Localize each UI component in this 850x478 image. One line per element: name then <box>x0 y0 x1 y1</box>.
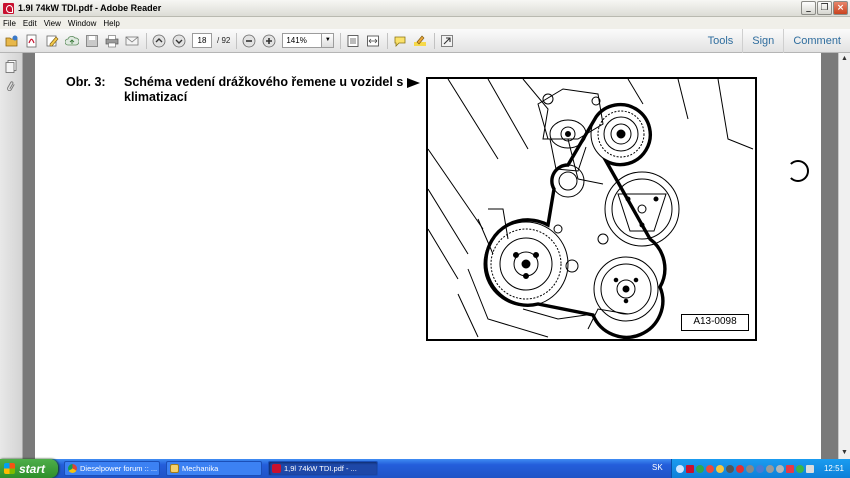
belt-diagram-drawing <box>428 79 754 339</box>
menu-help[interactable]: Help <box>103 19 119 28</box>
title-bar: 1.9l 74kW TDI.pdf - Adobe Reader _ ❐ × <box>0 0 850 17</box>
toolbar-separator <box>236 32 238 49</box>
language-indicator[interactable]: SK <box>652 463 663 472</box>
task-folder[interactable]: Mechanika <box>166 461 262 476</box>
toolbar-separator <box>387 32 389 49</box>
save-icon[interactable] <box>84 33 100 49</box>
attachments-icon[interactable] <box>4 79 18 93</box>
tray-app-icon[interactable] <box>766 464 774 473</box>
task-label: 1,9l 74kW TDI.pdf - ... <box>284 464 357 473</box>
create-pdf-icon[interactable] <box>24 33 40 49</box>
toolbar-separator <box>434 32 436 49</box>
loading-spinner-icon <box>787 160 809 182</box>
system-tray: 12:51 <box>671 459 850 478</box>
cloud-icon[interactable] <box>64 33 80 49</box>
scroll-up-icon[interactable]: ▲ <box>839 53 850 65</box>
belt-diagram: A13-0098 <box>426 77 757 341</box>
previous-page-icon[interactable] <box>151 33 167 49</box>
sign-button[interactable]: Sign <box>742 29 783 53</box>
page-total: / 92 <box>217 36 231 45</box>
tray-app-icon[interactable] <box>786 464 794 473</box>
zoom-input[interactable]: 141% <box>282 33 323 48</box>
menu-file[interactable]: File <box>3 19 16 28</box>
menu-bar: File Edit View Window Help <box>0 17 850 29</box>
figure-caption: Schéma vedení drážkového řemene u vozide… <box>124 75 404 104</box>
zoom-in-icon[interactable] <box>261 33 277 49</box>
task-label: Dieselpower forum :: ... <box>80 464 158 473</box>
restore-button[interactable]: ❐ <box>817 1 832 15</box>
tray-volume-icon[interactable] <box>726 464 734 473</box>
menu-window[interactable]: Window <box>68 19 96 28</box>
tray-app-icon[interactable] <box>806 464 814 473</box>
print-icon[interactable] <box>104 33 120 49</box>
task-label: Mechanika <box>182 464 219 473</box>
tray-update-icon[interactable] <box>716 464 724 473</box>
menu-view[interactable]: View <box>44 19 61 28</box>
arrow-icon <box>407 78 420 88</box>
fit-width-icon[interactable] <box>365 33 381 49</box>
pages-icon[interactable] <box>4 59 18 73</box>
navigation-pane <box>0 53 23 459</box>
minimize-button[interactable]: _ <box>801 1 816 15</box>
toolbar-right-panel: Tools Sign Comment <box>699 29 850 53</box>
tray-app-icon[interactable] <box>756 464 764 473</box>
document-area[interactable]: Obr. 3: Schéma vedení drážkového řemene … <box>23 53 838 459</box>
tray-pdf-icon[interactable] <box>686 464 694 473</box>
zoom-dropdown-icon[interactable]: ▼ <box>322 33 335 48</box>
tray-shield-icon[interactable] <box>696 464 704 473</box>
drive-belt <box>484 102 667 339</box>
tray-app-icon[interactable] <box>796 464 804 473</box>
window-title: 1.9l 74kW TDI.pdf - Adobe Reader <box>18 3 162 13</box>
comment-icon[interactable] <box>392 33 408 49</box>
toolbar-separator <box>340 32 342 49</box>
clock[interactable]: 12:51 <box>824 464 844 473</box>
task-pdf[interactable]: 1,9l 74kW TDI.pdf - ... <box>268 461 378 476</box>
comment-button[interactable]: Comment <box>783 29 850 53</box>
figure-label: Obr. 3: <box>66 75 106 89</box>
edit-icon[interactable] <box>44 33 60 49</box>
window-controls: _ ❐ × <box>801 1 848 15</box>
toolbar-separator <box>146 32 147 49</box>
email-icon[interactable] <box>124 33 140 49</box>
menu-edit[interactable]: Edit <box>23 19 37 28</box>
page-number-input[interactable]: 18 <box>192 33 212 48</box>
start-button[interactable]: start <box>0 459 58 478</box>
folder-icon <box>170 464 179 473</box>
highlight-icon[interactable] <box>412 33 428 49</box>
figure-code: A13-0098 <box>681 314 749 331</box>
tray-app-icon[interactable] <box>736 464 744 473</box>
tray-app-icon[interactable] <box>746 464 754 473</box>
pdf-icon <box>272 464 281 473</box>
windows-logo-icon <box>4 463 15 474</box>
pdf-page: Obr. 3: Schéma vedení drážkového řemene … <box>35 53 821 459</box>
scroll-down-icon[interactable]: ▼ <box>839 447 850 459</box>
toolbar: 18 / 92 141% ▼ Tools Sign Comment <box>0 29 850 53</box>
task-browser[interactable]: Dieselpower forum :: ... <box>64 461 160 476</box>
zoom-out-icon[interactable] <box>241 33 257 49</box>
vertical-scrollbar[interactable]: ▲ ▼ <box>838 53 850 459</box>
fit-page-icon[interactable] <box>345 33 361 49</box>
tray-antivirus-icon[interactable] <box>706 464 714 473</box>
adobe-reader-icon <box>3 2 14 14</box>
start-label: start <box>19 461 46 476</box>
tray-app-icon[interactable] <box>776 464 784 473</box>
chrome-icon <box>68 464 77 473</box>
tray-network-icon[interactable] <box>676 464 684 473</box>
tools-button[interactable]: Tools <box>699 29 743 53</box>
next-page-icon[interactable] <box>171 33 187 49</box>
expand-icon[interactable] <box>439 33 455 49</box>
open-icon[interactable] <box>4 33 20 49</box>
close-button[interactable]: × <box>833 1 848 15</box>
